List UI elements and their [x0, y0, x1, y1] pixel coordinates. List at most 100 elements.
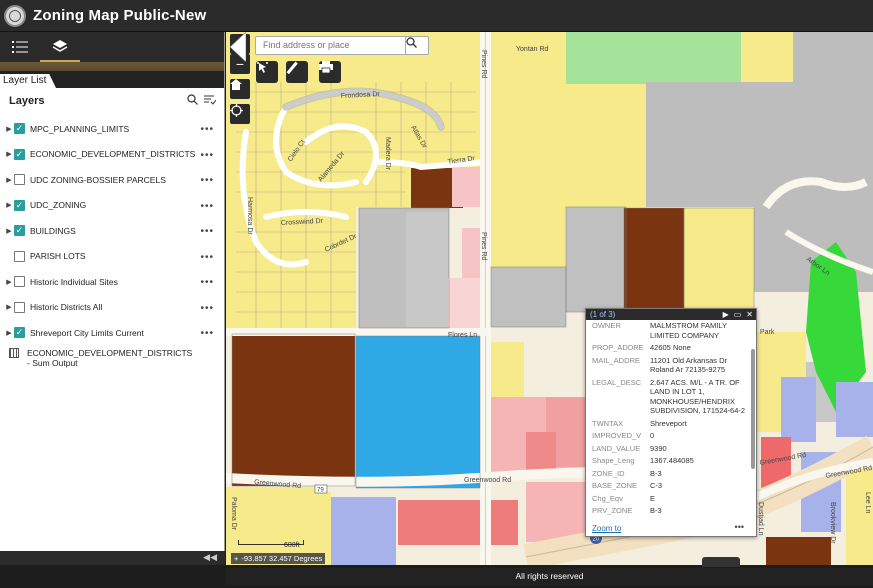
layer-row[interactable]: ▶ ✓ UDC_ZONING ••• [0, 193, 224, 219]
layer-options-icon[interactable]: ••• [200, 175, 214, 186]
panel-collapse-bar: ◀◀ [0, 551, 225, 565]
expand-arrow-icon[interactable]: ▶ [4, 150, 14, 158]
layer-row[interactable]: ▶ Historic Individual Sites ••• [0, 269, 224, 295]
attribute-row: BASE_ZONE C-3 [592, 481, 663, 490]
panel-divider [0, 62, 224, 71]
print-icon[interactable] [319, 61, 341, 83]
popup-menu-icon[interactable]: ••• [735, 522, 744, 532]
layer-options-icon[interactable]: ••• [200, 226, 214, 237]
map-road-label: Lee Ln [864, 492, 871, 514]
layer-options-icon[interactable]: ••• [200, 150, 214, 161]
map-canvas[interactable]: Yontan Rd Pines Rd Frondosa Dr Tierra Dr… [226, 32, 873, 565]
layer-label: MPC_PLANNING_LIMITS [30, 123, 130, 134]
layer-checkbox[interactable]: ✓ [14, 199, 25, 211]
scale-label: 600ft [284, 542, 300, 549]
map-road-label: Pines Rd [480, 50, 487, 79]
svg-text:79: 79 [317, 488, 324, 494]
layer-checkbox[interactable]: ✓ [14, 225, 25, 237]
attribute-row: MAIL_ADDRE 11201 Old Arkansas Dr Roland A… [592, 355, 727, 375]
panel-toolbar [0, 32, 224, 62]
search-icon[interactable] [405, 36, 429, 55]
tab-layer-list[interactable]: Layer List [0, 74, 56, 88]
layer-list-panel: Layer List Layers ▶ ✓ MPC_PLANNING_LIMIT… [0, 32, 225, 565]
layer-options-icon[interactable]: ••• [200, 277, 214, 288]
layer-options-icon[interactable]: ••• [200, 201, 214, 212]
attribute-row: PROP_ADDRE 42605 None [592, 343, 691, 352]
attribute-row: PRV_ZONE B-3 [592, 506, 662, 515]
popup-pointer [229, 32, 246, 62]
zoom-to-link[interactable]: Zoom to [592, 524, 621, 533]
app-title: Zoning Map Public-New [33, 7, 207, 24]
map-road-label: Greenwood Rd [464, 477, 511, 484]
expand-arrow-icon[interactable]: ▶ [4, 303, 14, 311]
map-road-label: Yontan Rd [516, 46, 549, 53]
search-icon[interactable] [187, 94, 198, 108]
expand-arrow-icon[interactable]: ▶ [4, 227, 14, 235]
map-road-label: Paloma Dr [230, 497, 237, 531]
map-road-label: Flores Ln [448, 332, 477, 339]
crosshair-icon[interactable]: + [234, 553, 238, 564]
stack-icon[interactable] [40, 32, 80, 62]
layer-row[interactable]: ▶ ✓ Shreveport City Limits Current ••• [0, 320, 224, 346]
measure-icon[interactable] [286, 61, 308, 83]
expand-arrow-icon[interactable]: ▶ [4, 278, 14, 286]
filter-list-icon[interactable] [204, 94, 217, 108]
city-seal-logo [4, 4, 26, 27]
expand-arrow-icon[interactable]: ▶ [4, 329, 14, 337]
locate-icon[interactable] [230, 104, 250, 124]
layer-options-icon[interactable]: ••• [200, 303, 214, 314]
layer-checkbox[interactable]: ✓ [14, 327, 25, 339]
popup-scrollbar[interactable] [751, 349, 755, 469]
layer-row[interactable]: ▶ ✓ ECONOMIC_DEVELOPMENT_DISTRICTS ••• [0, 142, 224, 168]
table-layer-row[interactable]: ECONOMIC_DEVELOPMENT_DISTRICTS - Sum Out… [0, 346, 224, 370]
attribute-row: LEGAL_DESC 2.647 ACS. M/L - A TR. OF LAND… [592, 377, 746, 416]
layer-options-icon[interactable]: ••• [200, 124, 214, 135]
home-icon[interactable] [230, 79, 250, 99]
layer-label: UDC_ZONING [30, 200, 87, 211]
bottom-panel-handle[interactable] [702, 557, 740, 567]
layer-options-icon[interactable]: ••• [200, 328, 214, 339]
attribute-row: OWNER MALMSTROM FAMILY LIMITED COMPANY [592, 321, 727, 340]
coordinate-readout: + -93.857 32.457 Degrees [231, 553, 326, 564]
list-icon[interactable] [0, 32, 40, 62]
feature-popup: (1 of 3) ▶ ▭ ✕ OWNER MALMSTROM FAMILY LIM… [585, 308, 757, 537]
layer-checkbox[interactable] [14, 250, 25, 262]
tab-bar: Layer List [0, 71, 224, 88]
attribute-row: LAND_VALUE 9390 [592, 443, 667, 453]
close-icon[interactable]: ✕ [746, 309, 753, 320]
maximize-icon[interactable]: ▭ [734, 309, 742, 320]
table-icon [9, 347, 19, 358]
layers-header: Layers [0, 90, 224, 112]
attribute-row: Shape_Leng 1367.484085 [592, 456, 694, 465]
expand-arrow-icon[interactable]: ▶ [4, 125, 14, 133]
layer-label: Historic Districts All [30, 302, 103, 313]
select-tool-icon[interactable] [256, 61, 278, 83]
layer-checkbox[interactable]: ✓ [14, 148, 25, 160]
layer-checkbox[interactable] [14, 301, 25, 313]
map-view[interactable]: Yontan Rd Pines Rd Frondosa Dr Tierra Dr… [226, 32, 873, 565]
layer-label: PARISH LOTS [30, 251, 86, 262]
layer-label: UDC ZONING-BOSSIER PARCELS [30, 174, 166, 185]
map-road-label: Pines Rd [480, 232, 487, 261]
map-road-label: Dustjad Ln [757, 502, 764, 536]
next-feature-icon[interactable]: ▶ [723, 309, 729, 320]
layer-row[interactable]: PARISH LOTS ••• [0, 244, 224, 270]
collapse-panel-icon[interactable]: ◀◀ [203, 552, 217, 563]
svg-text:20: 20 [593, 537, 600, 543]
expand-arrow-icon[interactable]: ▶ [4, 201, 14, 209]
layer-label: ECONOMIC_DEVELOPMENT_DISTRICTS - Sum Out… [27, 347, 193, 368]
layer-row[interactable]: ▶ UDC ZONING-BOSSIER PARCELS ••• [0, 167, 224, 193]
layer-checkbox[interactable]: ✓ [14, 123, 25, 135]
layer-options-icon[interactable]: ••• [200, 252, 214, 263]
layer-checkbox[interactable] [14, 174, 25, 186]
layer-label: ECONOMIC_DEVELOPMENT_DISTRICTS [30, 149, 196, 160]
layer-checkbox[interactable] [14, 276, 25, 288]
search-input[interactable]: Find address or place [255, 36, 429, 55]
layer-row[interactable]: ▶ ✓ BUILDINGS ••• [0, 218, 224, 244]
layer-row[interactable]: ▶ ✓ MPC_PLANNING_LIMITS ••• [0, 116, 224, 142]
expand-arrow-icon[interactable]: ▶ [4, 176, 14, 184]
map-road-label: Park [760, 329, 775, 336]
layer-row[interactable]: ▶ Historic Districts All ••• [0, 295, 224, 321]
layer-list: ▶ ✓ MPC_PLANNING_LIMITS ••• ▶ ✓ ECONOMIC… [0, 116, 224, 370]
map-road-label: Brookview Dr [829, 502, 836, 544]
